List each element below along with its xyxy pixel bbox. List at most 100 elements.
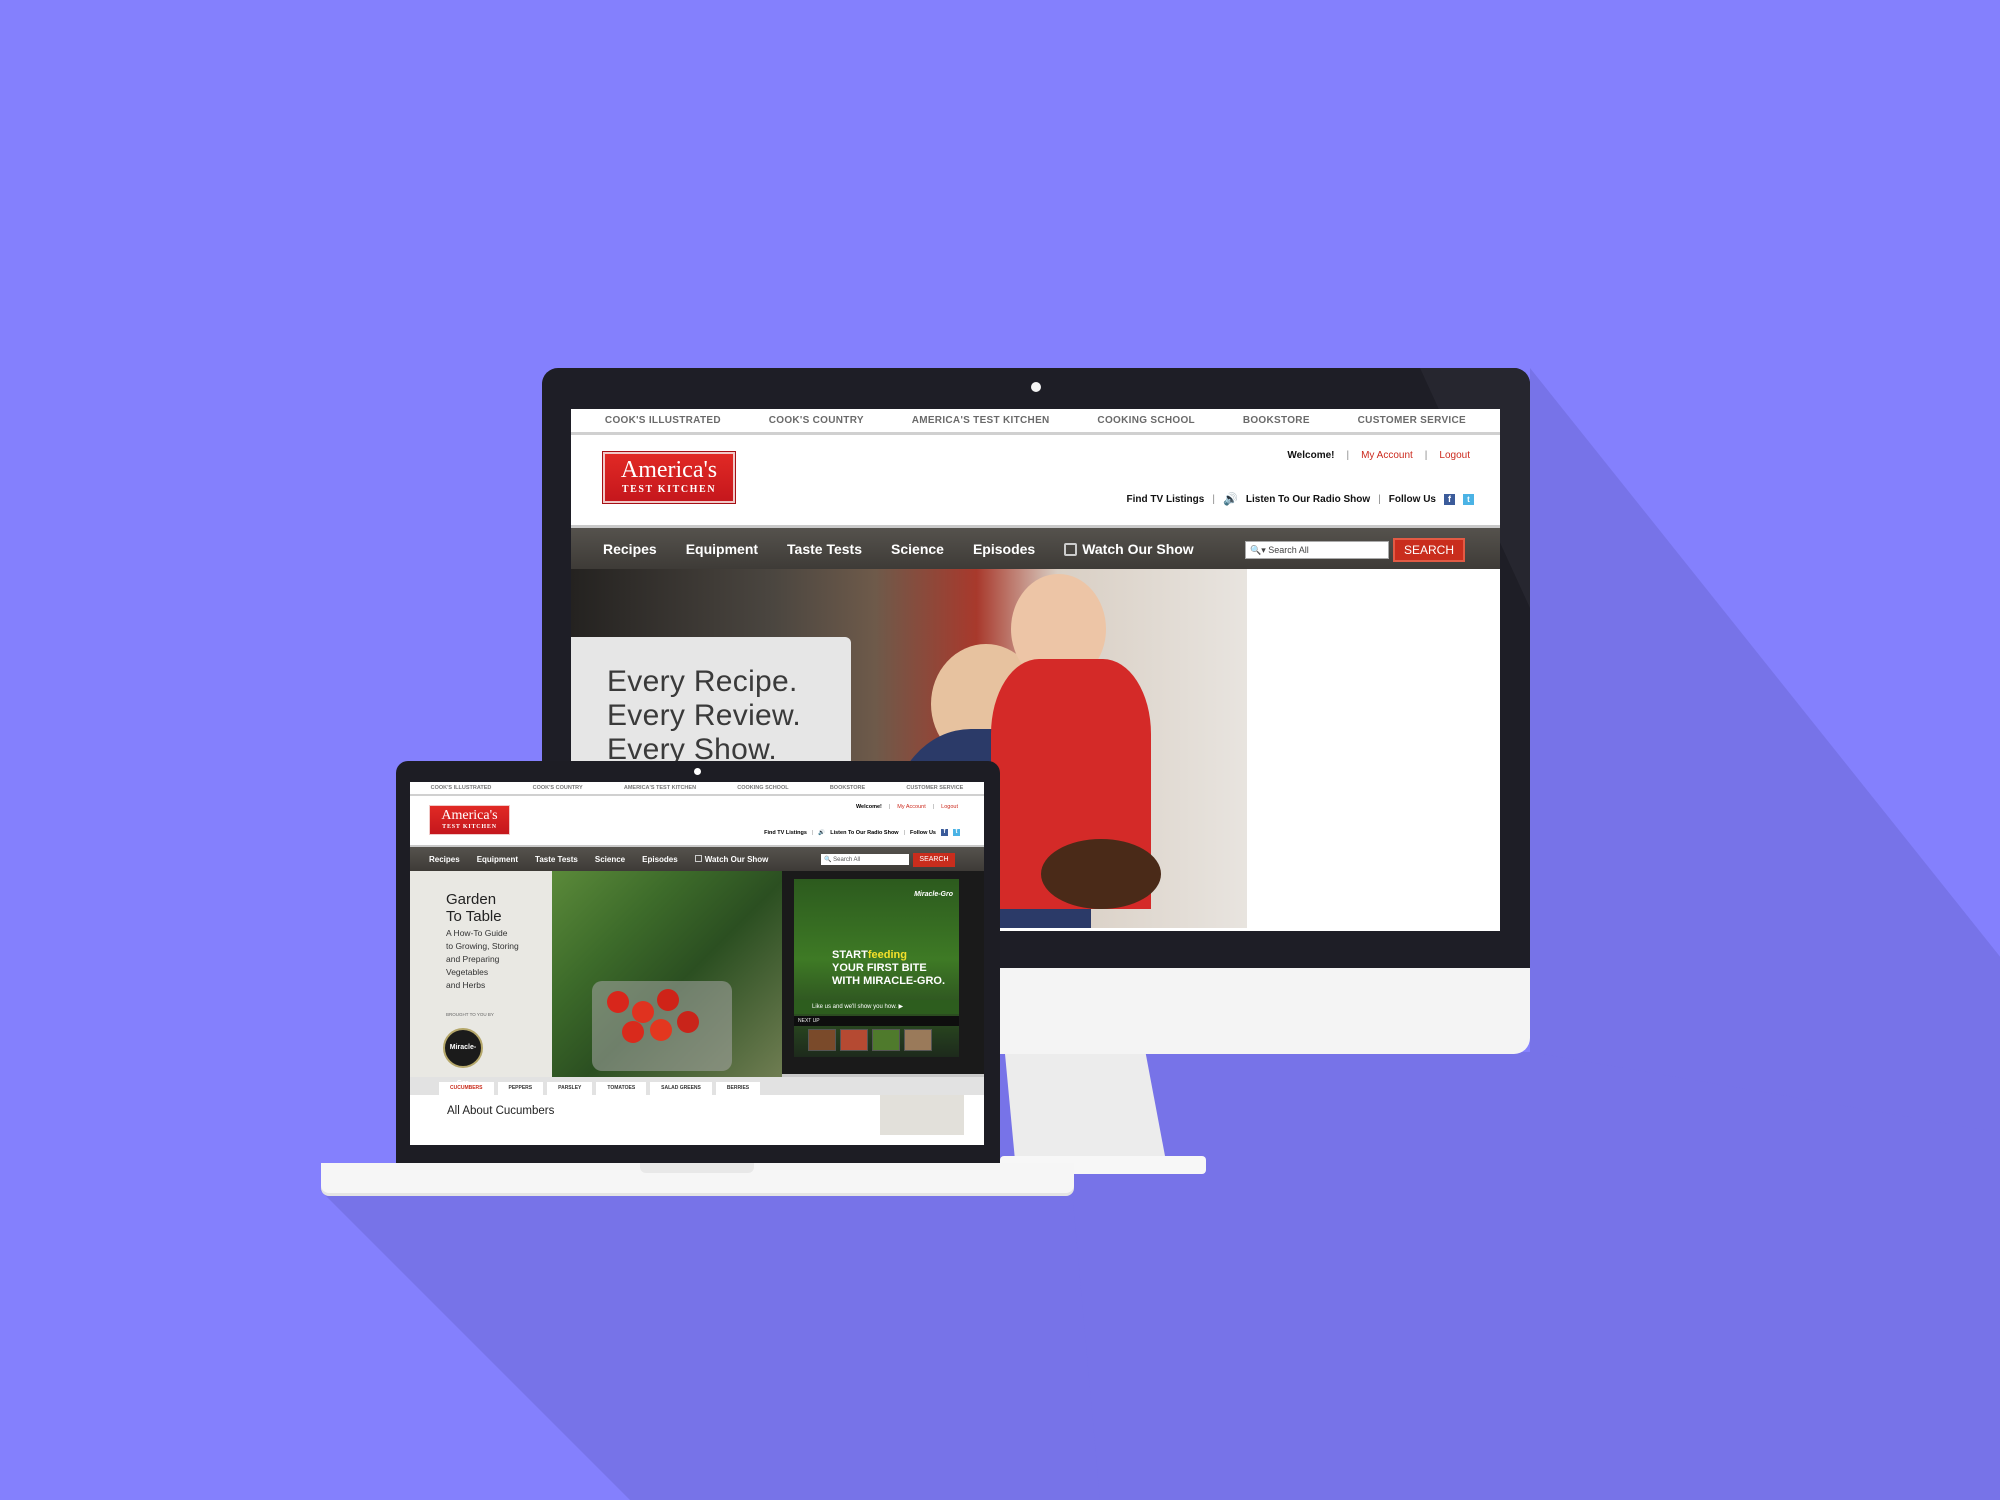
nav-equipment[interactable]: Equipment [686, 541, 758, 557]
logout-link[interactable]: Logout [941, 804, 958, 810]
vegetable-tabs: CUCUMBERS PEPPERS PARSLEY TOMATOES SALAD… [410, 1077, 984, 1095]
my-account-link[interactable]: My Account [1361, 450, 1413, 461]
next-up-thumbnails [808, 1029, 932, 1051]
nav-watch-our-show[interactable]: Watch Our Show [1064, 541, 1194, 557]
nav-watch-our-show[interactable]: Watch Our Show [694, 854, 769, 864]
hero-line1: Every Recipe. [607, 665, 798, 698]
subtitle-line: Vegetables [446, 967, 489, 977]
twitter-icon[interactable]: t [953, 829, 960, 836]
ad-line3: WITH MIRACLE-GRO. [832, 975, 946, 987]
garden-title-line1: Garden [446, 891, 497, 908]
video-thumbnail[interactable] [904, 1029, 932, 1051]
next-up-label: NEXT UP [794, 1016, 959, 1026]
follow-us-label: Follow Us [910, 829, 936, 836]
tab-parsley[interactable]: PARSLEY [547, 1082, 593, 1095]
search-button[interactable]: SEARCH [913, 853, 955, 867]
tv-icon [694, 854, 702, 862]
main-nav: Recipes Equipment Taste Tests Science Ep… [571, 528, 1500, 569]
speaker-icon: 🔊 [818, 829, 826, 836]
logo-line2: TEST KITCHEN [442, 824, 497, 830]
nav-science[interactable]: Science [595, 855, 625, 864]
subtitle-line: and Preparing [446, 954, 500, 964]
hero-line2: Every Review. [607, 699, 801, 732]
tv-icon [1064, 542, 1078, 556]
speaker-icon: 🔊 [1222, 492, 1238, 506]
laptop-long-shadow [320, 1190, 1100, 1500]
separator: | [1212, 493, 1215, 505]
nav-taste-tests[interactable]: Taste Tests [787, 541, 862, 557]
camera-dot [1031, 382, 1041, 392]
utility-links: Find TV Listings | 🔊 Listen To Our Radio… [764, 829, 960, 836]
top-link-cooking-school[interactable]: COOKING SCHOOL [737, 785, 788, 791]
nav-episodes[interactable]: Episodes [973, 541, 1035, 557]
nav-recipes[interactable]: Recipes [603, 541, 657, 557]
ad-cta-bar[interactable]: Like us and we'll show you how. ▶ [794, 1000, 959, 1014]
tomato [632, 1001, 654, 1023]
nav-science[interactable]: Science [891, 541, 944, 557]
twitter-icon[interactable]: t [1463, 493, 1474, 505]
welcome-text: Welcome! [1287, 450, 1335, 461]
tab-tomatoes[interactable]: TOMATOES [596, 1082, 647, 1095]
top-link-bookstore[interactable]: BOOKSTORE [1243, 415, 1310, 426]
section-heading: All About Cucumbers [447, 1105, 555, 1117]
site-logo[interactable]: America's TEST KITCHEN [429, 805, 510, 835]
video-thumbnail[interactable] [840, 1029, 868, 1051]
ad-brand: Miracle-Gro [914, 891, 953, 898]
search-input[interactable]: 🔍▾ Search All [1245, 541, 1389, 559]
find-tv-listings-link[interactable]: Find TV Listings [1127, 494, 1205, 505]
separator: | [1346, 450, 1350, 461]
separator: | [1424, 450, 1428, 461]
top-link-customer-service[interactable]: CUSTOMER SERVICE [1358, 415, 1466, 426]
video-thumbnail[interactable] [872, 1029, 900, 1051]
tab-salad-greens[interactable]: SALAD GREENS [650, 1082, 712, 1095]
top-link-atk[interactable]: AMERICA'S TEST KITCHEN [624, 785, 696, 791]
nav-recipes[interactable]: Recipes [429, 855, 460, 864]
separator: | [811, 829, 814, 836]
facebook-icon[interactable]: f [1444, 493, 1455, 505]
tab-peppers[interactable]: PEPPERS [497, 1082, 544, 1095]
watch-label: Watch Our Show [704, 854, 769, 864]
nav-taste-tests[interactable]: Taste Tests [535, 855, 578, 864]
ad-line2: YOUR FIRST BITE [832, 962, 927, 974]
roast-meat [1041, 839, 1161, 909]
top-link-cooks-illustrated[interactable]: COOK'S ILLUSTRATED [605, 415, 721, 426]
separator: | [888, 804, 891, 810]
search-button[interactable]: SEARCH [1393, 538, 1465, 562]
content-area: All About Cucumbers [410, 1095, 984, 1135]
top-link-cooks-country[interactable]: COOK'S COUNTRY [769, 415, 864, 426]
site-logo[interactable]: America's TEST KITCHEN [602, 451, 736, 504]
top-link-atk[interactable]: AMERICA'S TEST KITCHEN [912, 415, 1050, 426]
find-tv-listings-link[interactable]: Find TV Listings [764, 830, 807, 836]
user-links: Welcome! | My Account | Logout [856, 804, 958, 810]
miracle-gro-ad[interactable]: Miracle-Gro STARTfeeding YOUR FIRST BITE… [794, 879, 959, 1057]
logo-line1: America's [620, 457, 718, 483]
my-account-link[interactable]: My Account [897, 804, 925, 810]
top-link-cooking-school[interactable]: COOKING SCHOOL [1097, 415, 1195, 426]
tab-berries[interactable]: BERRIES [715, 1082, 761, 1095]
logout-link[interactable]: Logout [1439, 450, 1470, 461]
nav-episodes[interactable]: Episodes [642, 855, 678, 864]
top-link-bookstore[interactable]: BOOKSTORE [830, 785, 865, 791]
ad-start: START [832, 949, 868, 961]
facebook-icon[interactable]: f [941, 829, 948, 836]
search-placeholder: Search All [1268, 545, 1309, 555]
video-thumbnail[interactable] [808, 1029, 836, 1051]
nav-equipment[interactable]: Equipment [477, 855, 518, 864]
laptop-camera [694, 768, 701, 775]
site-header: America's TEST KITCHEN Welcome! | My Acc… [410, 796, 984, 847]
search-input[interactable]: 🔍 Search All [821, 854, 909, 865]
user-links: Welcome! | My Account | Logout [1287, 450, 1470, 461]
top-link-customer-service[interactable]: CUSTOMER SERVICE [906, 785, 963, 791]
welcome-text: Welcome! [855, 804, 882, 810]
garden-feature-banner: Garden To Table A How-To Guide to Growin… [410, 871, 984, 1087]
laptop-website: COOK'S ILLUSTRATED COOK'S COUNTRY AMERIC… [410, 782, 984, 1145]
radio-show-link[interactable]: Listen To Our Radio Show [1246, 494, 1370, 505]
brought-to-you-label: BROUGHT TO YOU BY [446, 1012, 494, 1017]
radio-show-link[interactable]: Listen To Our Radio Show [830, 830, 898, 836]
miracle-gro-logo[interactable]: Miracle-Gro [443, 1028, 483, 1087]
top-link-cooks-illustrated[interactable]: COOK'S ILLUSTRATED [431, 785, 492, 791]
subtitle-line: A How-To Guide [446, 928, 508, 938]
top-link-cooks-country[interactable]: COOK'S COUNTRY [533, 785, 583, 791]
top-links-bar: COOK'S ILLUSTRATED COOK'S COUNTRY AMERIC… [410, 782, 984, 796]
tomato [657, 989, 679, 1011]
